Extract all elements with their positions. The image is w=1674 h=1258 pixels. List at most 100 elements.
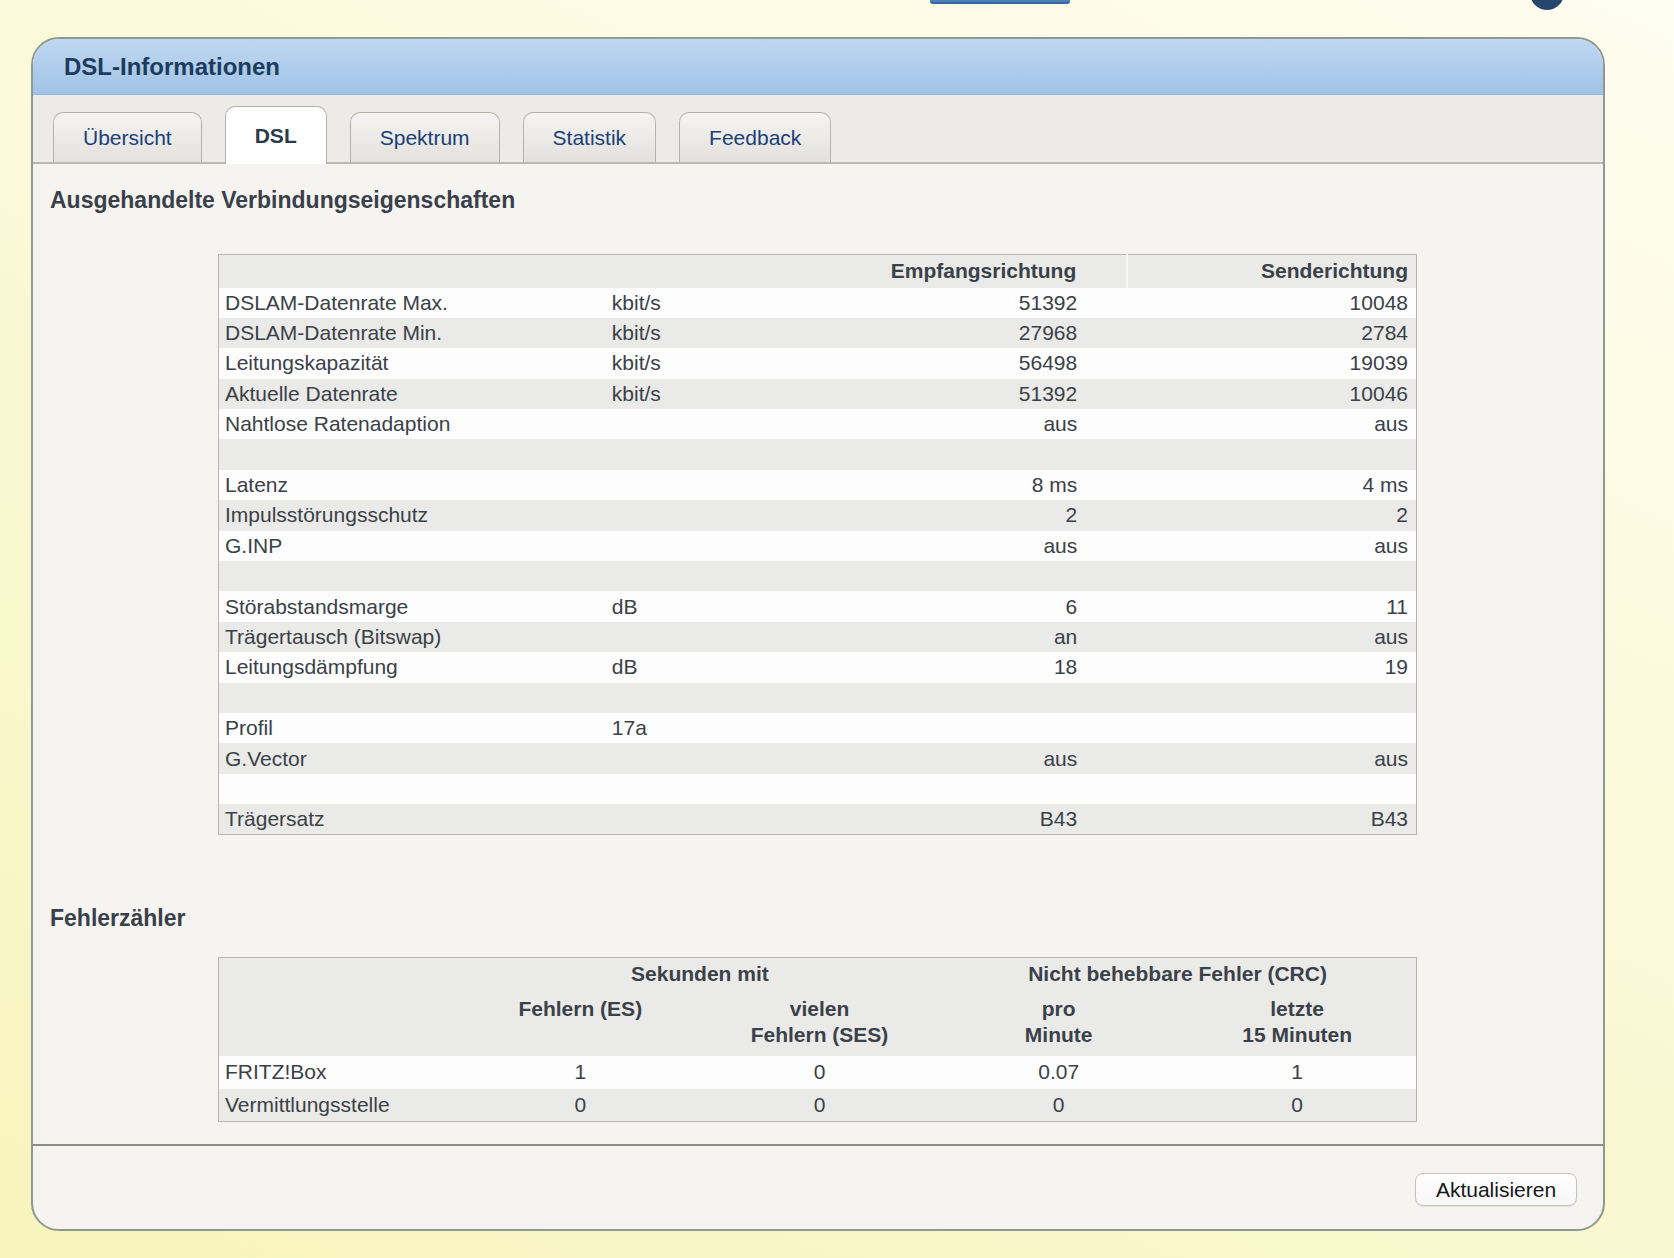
row-unit	[607, 531, 759, 561]
tab-feedback[interactable]: Feedback	[679, 112, 831, 162]
section-heading-connection: Ausgehandelte Verbindungseigenschaften	[50, 187, 515, 214]
col-header-label	[219, 255, 607, 288]
row-label: Leitungskapazität	[219, 348, 607, 378]
value-senderichtung: 2784	[1127, 318, 1416, 348]
row-unit	[607, 500, 759, 530]
row-label: Profil	[219, 713, 607, 743]
row-unit	[607, 561, 759, 591]
row-label: G.Vector	[219, 743, 607, 773]
row-unit	[607, 622, 759, 652]
value-senderichtung: B43	[1127, 804, 1416, 834]
value-empfangsrichtung: aus	[759, 743, 1127, 773]
row-unit: kbit/s	[607, 379, 759, 409]
table-row: Aktuelle Datenratekbit/s5139210046	[219, 379, 1417, 409]
table-row: Trägersatz B43B43	[219, 804, 1417, 834]
row-label	[219, 683, 607, 713]
sub-header: pro Minute	[939, 990, 1178, 1056]
row-label	[219, 774, 607, 804]
table-row: G.Vectorausaus	[219, 743, 1417, 773]
value-empfangsrichtung: 2	[759, 500, 1127, 530]
value-senderichtung: aus	[1127, 622, 1416, 652]
row-unit	[607, 439, 759, 469]
table-row: Nahtlose Ratenadaptionausaus	[219, 409, 1417, 439]
spacer-row	[219, 683, 1417, 713]
table-header-row: Empfangsrichtung Senderichtung	[219, 255, 1417, 288]
window-header: DSL-Informationen	[33, 39, 1603, 95]
value-empfangsrichtung: 8 ms	[759, 470, 1127, 500]
error-row-label: FRITZ!Box	[219, 1056, 461, 1089]
error-row: Vermittlungsstelle0000	[219, 1089, 1417, 1122]
row-unit: dB	[607, 652, 759, 682]
value-empfangsrichtung: B43	[759, 804, 1127, 834]
table-row: G.INP ausaus	[219, 531, 1417, 561]
group-header	[219, 958, 461, 990]
value-empfangsrichtung: 51392	[759, 379, 1127, 409]
group-header: Nicht behebbare Fehler (CRC)	[939, 958, 1416, 990]
col-header-unit	[607, 255, 759, 288]
row-label: Leitungsdämpfung	[219, 652, 607, 682]
row-unit: 17a	[607, 713, 759, 743]
table-row: LeitungsdämpfungdB1819	[219, 652, 1417, 682]
value-senderichtung: 10046	[1127, 379, 1416, 409]
group-header-row: Sekunden mitNicht behebbare Fehler (CRC)	[219, 958, 1417, 990]
row-label: Trägersatz	[219, 804, 607, 834]
error-value: 0	[700, 1089, 939, 1122]
col-header-senderichtung: Senderichtung	[1127, 255, 1416, 288]
sub-header: Fehlern (ES)	[461, 990, 700, 1056]
row-unit: kbit/s	[607, 288, 759, 318]
value-senderichtung	[1127, 439, 1416, 469]
value-empfangsrichtung: aus	[759, 409, 1127, 439]
section-heading-errors: Fehlerzähler	[50, 905, 186, 932]
table-row: DSLAM-Datenrate Min.kbit/s279682784	[219, 318, 1417, 348]
table-row: Profil17a	[219, 713, 1417, 743]
tab-statistik[interactable]: Statistik	[523, 112, 657, 162]
value-senderichtung	[1127, 561, 1416, 591]
row-unit	[607, 409, 759, 439]
value-senderichtung	[1127, 774, 1416, 804]
value-senderichtung	[1127, 683, 1416, 713]
value-empfangsrichtung	[759, 713, 1127, 743]
group-header: Sekunden mit	[461, 958, 939, 990]
value-empfangsrichtung	[759, 561, 1127, 591]
value-empfangsrichtung: 56498	[759, 348, 1127, 378]
error-value: 0	[1178, 1089, 1416, 1122]
tab-bersicht[interactable]: Übersicht	[53, 112, 202, 162]
col-header-empfangsrichtung: Empfangsrichtung	[759, 255, 1127, 288]
row-unit	[607, 743, 759, 773]
row-label	[219, 439, 607, 469]
row-label: Impulsstörungsschutz	[219, 500, 607, 530]
row-unit	[607, 804, 759, 834]
row-label: G.INP	[219, 531, 607, 561]
value-senderichtung: 10048	[1127, 288, 1416, 318]
refresh-button[interactable]: Aktualisieren	[1415, 1173, 1577, 1206]
row-label: DSLAM-Datenrate Max.	[219, 288, 607, 318]
connection-properties-table: Empfangsrichtung Senderichtung DSLAM-Dat…	[218, 254, 1417, 835]
sub-header-row: Fehlern (ES)vielen Fehlern (SES)pro Minu…	[219, 990, 1417, 1056]
value-empfangsrichtung: aus	[759, 531, 1127, 561]
page: { "window": { "title": "DSL-Informatione…	[0, 0, 1674, 1258]
table-row: Trägertausch (Bitswap)anaus	[219, 622, 1417, 652]
error-value: 0	[939, 1089, 1178, 1122]
partial-apply-button[interactable]	[930, 0, 1070, 4]
value-senderichtung: aus	[1127, 531, 1416, 561]
row-unit: kbit/s	[607, 348, 759, 378]
value-empfangsrichtung: 18	[759, 652, 1127, 682]
error-value: 0	[461, 1089, 700, 1122]
row-unit: dB	[607, 591, 759, 621]
error-value: 1	[1178, 1056, 1416, 1089]
tab-dsl[interactable]: DSL	[225, 106, 327, 164]
sub-header: letzte 15 Minuten	[1178, 990, 1416, 1056]
row-label: Störabstandsmarge	[219, 591, 607, 621]
error-row-label: Vermittlungsstelle	[219, 1089, 461, 1122]
row-unit	[607, 470, 759, 500]
error-value: 0	[700, 1056, 939, 1089]
error-value: 1	[461, 1056, 700, 1089]
sub-header	[219, 990, 461, 1056]
tab-content: Ausgehandelte Verbindungseigenschaften E…	[33, 166, 1603, 1229]
error-counter-table: Sekunden mitNicht behebbare Fehler (CRC)…	[218, 957, 1417, 1122]
value-senderichtung: 11	[1127, 591, 1416, 621]
partial-help-icon[interactable]	[1530, 0, 1564, 10]
value-empfangsrichtung	[759, 439, 1127, 469]
row-unit	[607, 683, 759, 713]
tab-spektrum[interactable]: Spektrum	[350, 112, 500, 162]
